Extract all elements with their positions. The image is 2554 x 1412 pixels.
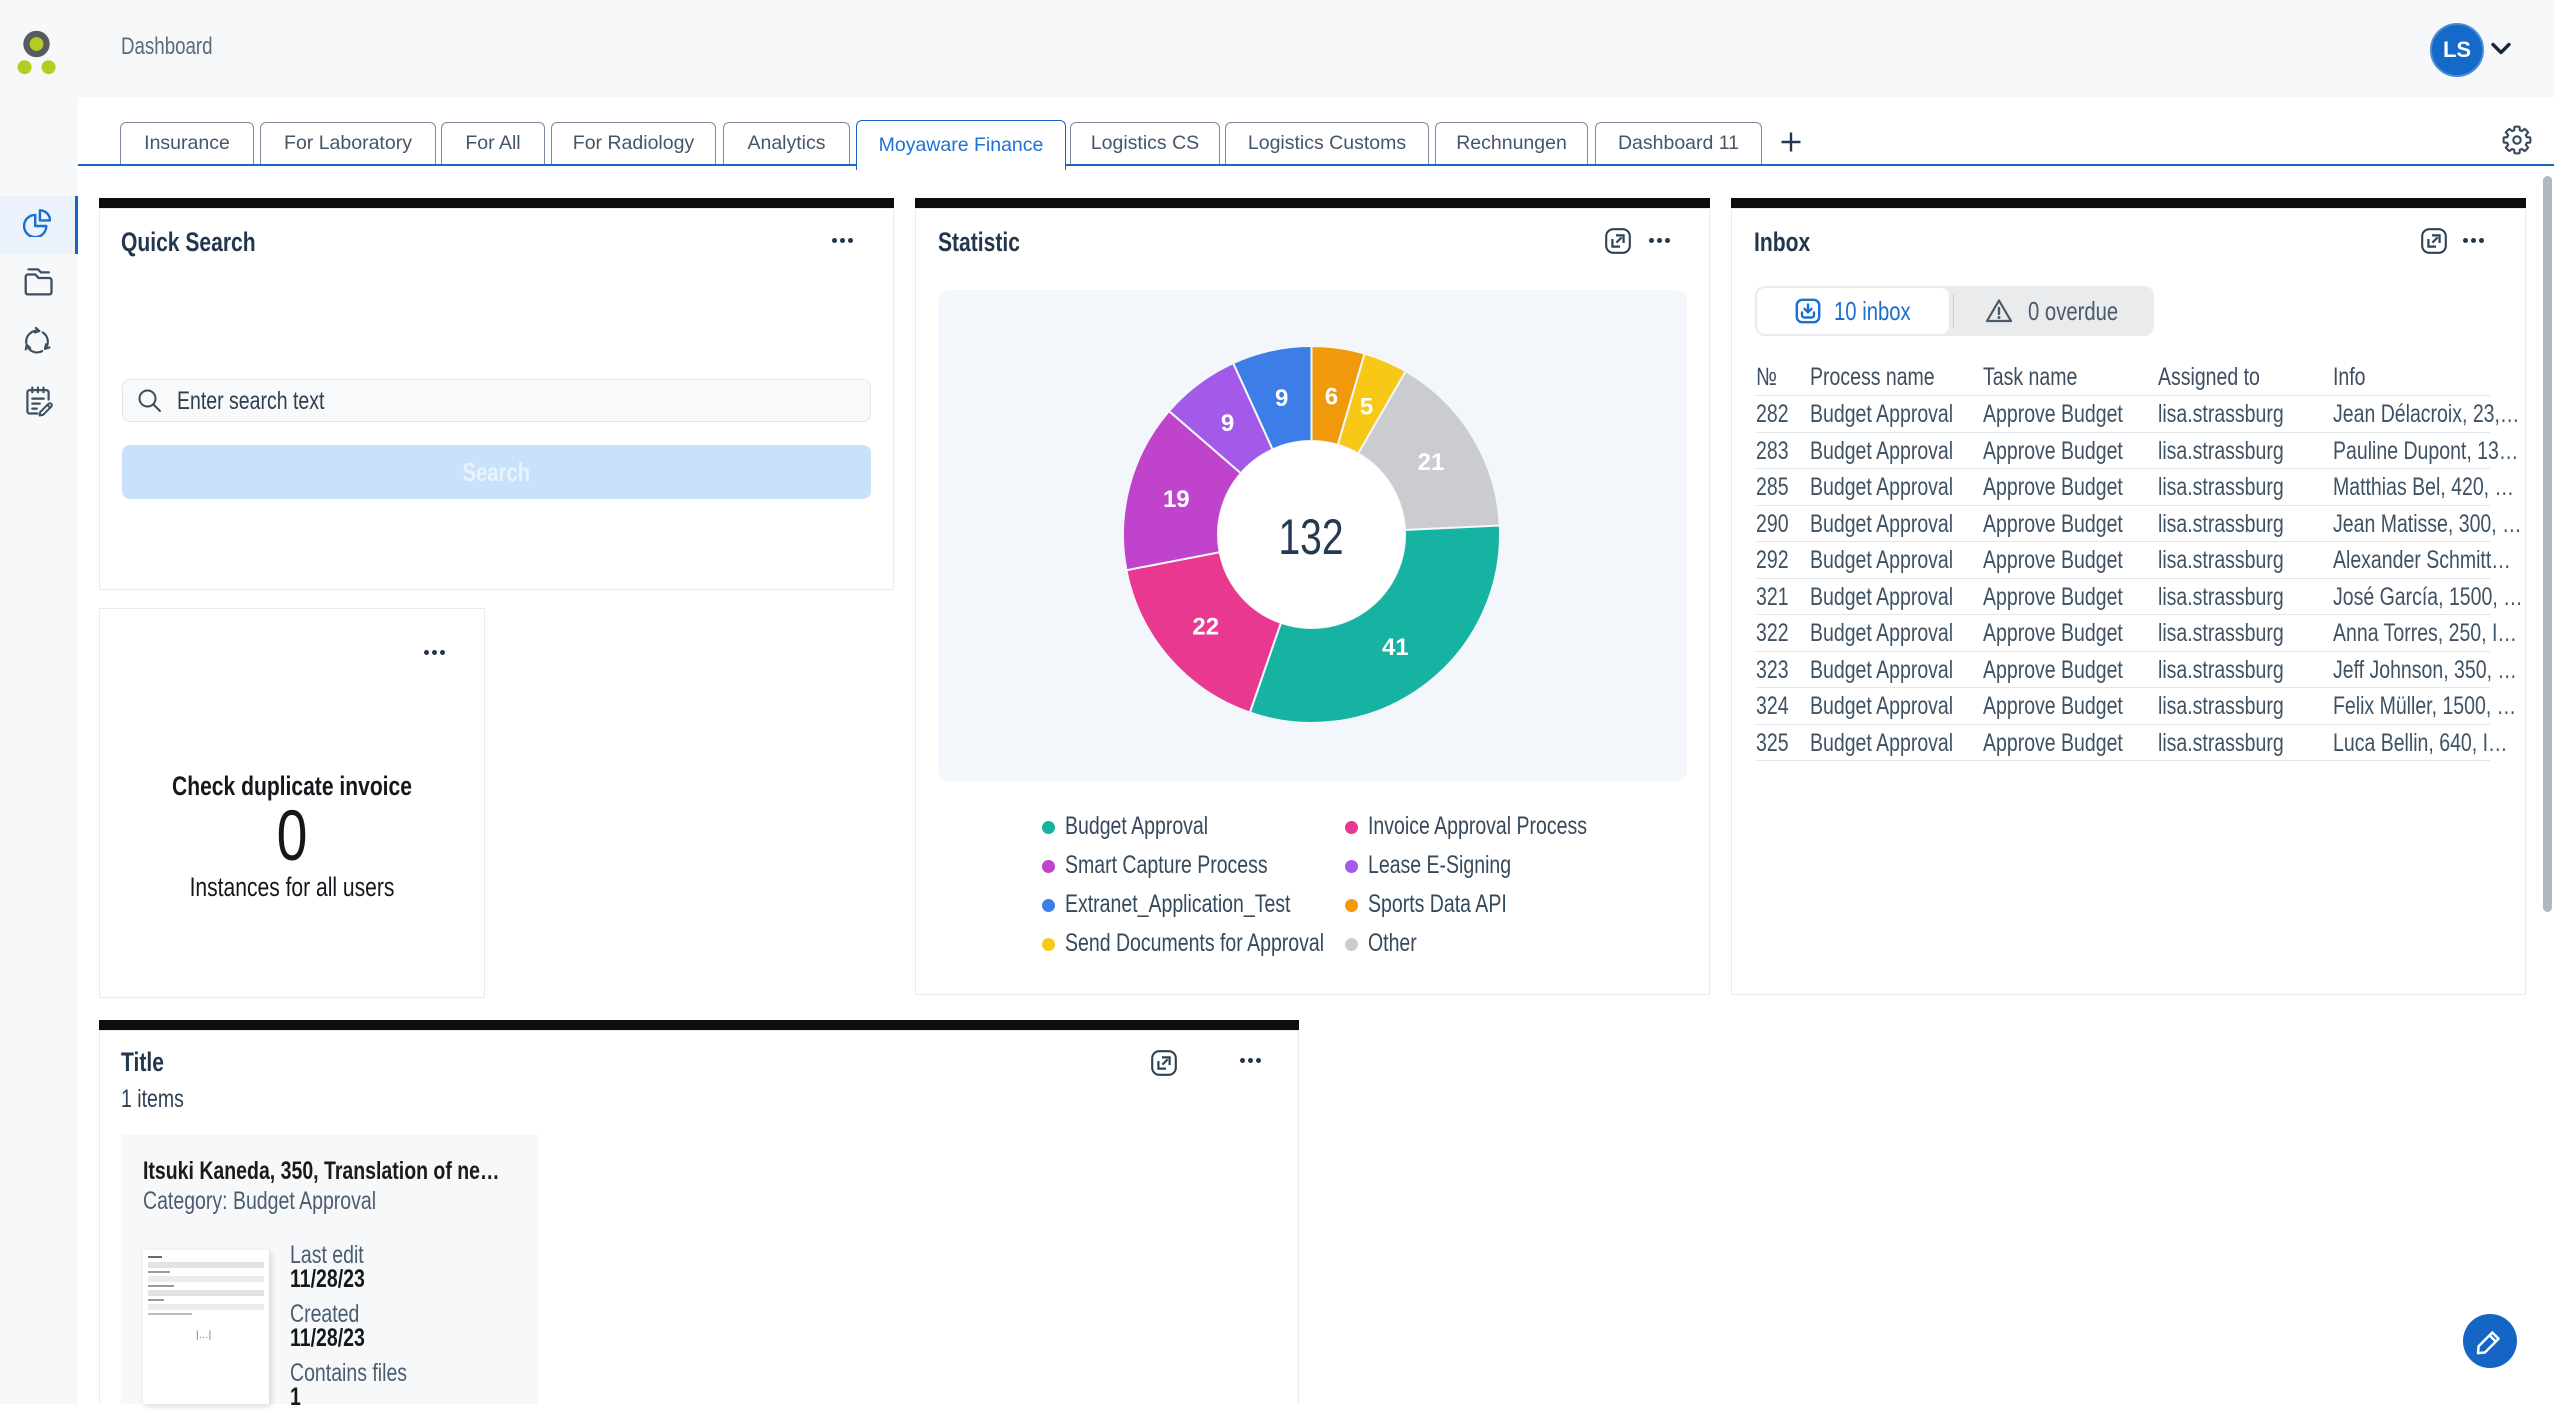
svg-text:19: 19: [1163, 486, 1190, 513]
svg-text:9: 9: [1275, 385, 1288, 412]
svg-text:41: 41: [1382, 634, 1409, 661]
svg-text:9: 9: [1221, 410, 1234, 437]
svg-text:22: 22: [1192, 614, 1219, 641]
svg-text:21: 21: [1418, 449, 1445, 476]
svg-text:5: 5: [1360, 393, 1373, 420]
svg-text:6: 6: [1325, 383, 1338, 410]
